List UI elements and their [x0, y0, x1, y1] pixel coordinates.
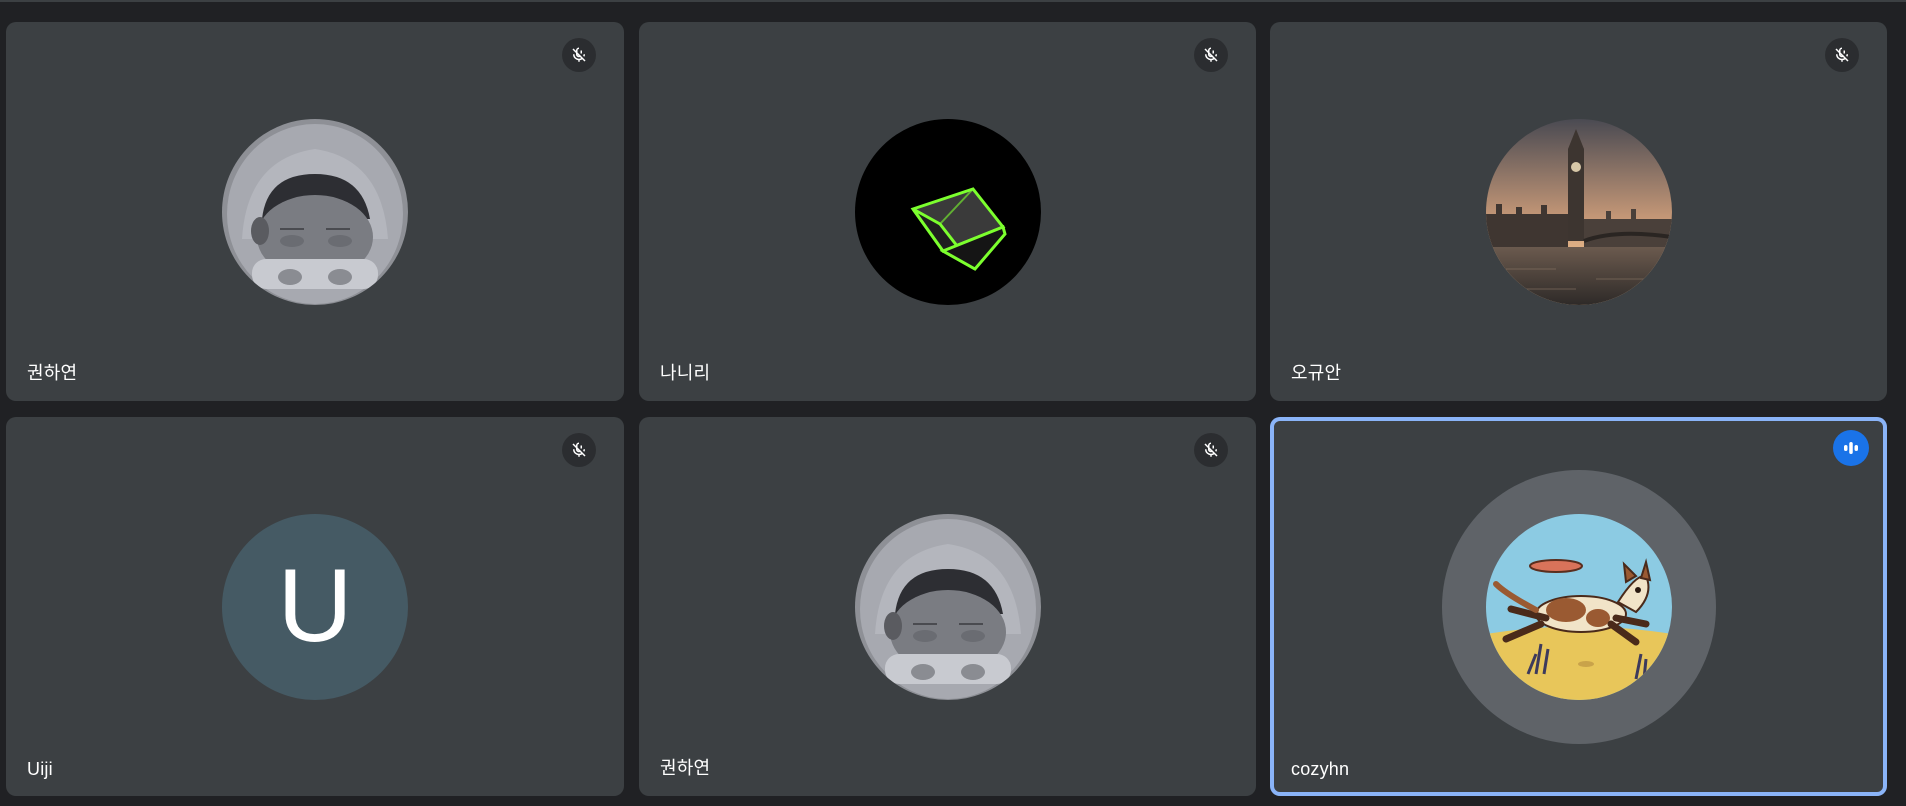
mic-muted-icon: [562, 433, 596, 467]
letter-avatar: U: [222, 513, 408, 700]
neon-cube-icon: [854, 118, 1041, 305]
participant-tile[interactable]: 나니리: [639, 22, 1256, 401]
participant-tile[interactable]: 오규안: [1270, 22, 1887, 401]
participant-name: 권하연: [660, 758, 711, 778]
participant-tile[interactable]: 권하연: [6, 22, 624, 401]
audio-level-icon: [1833, 430, 1869, 466]
mic-muted-icon: [1194, 38, 1228, 72]
participant-name: cozyhn: [1291, 759, 1350, 779]
dog-frisbee-icon: [1485, 513, 1672, 700]
hooded-character-icon: [854, 513, 1041, 700]
participant-tile-active-speaker[interactable]: cozyhn: [1270, 417, 1887, 796]
mic-muted-icon: [1825, 38, 1859, 72]
participant-name: 오규안: [1291, 363, 1342, 383]
participant-name: Uiji: [27, 759, 53, 779]
participant-name: 권하연: [27, 363, 78, 383]
big-ben-photo-icon: [1485, 118, 1672, 305]
hooded-character-icon: [222, 118, 408, 305]
top-strip: [0, 0, 1906, 2]
participant-tile[interactable]: 권하연: [639, 417, 1256, 796]
mic-muted-icon: [562, 38, 596, 72]
participant-name: 나니리: [660, 363, 711, 383]
mic-muted-icon: [1194, 433, 1228, 467]
participant-tile[interactable]: U Uiji: [6, 417, 624, 796]
